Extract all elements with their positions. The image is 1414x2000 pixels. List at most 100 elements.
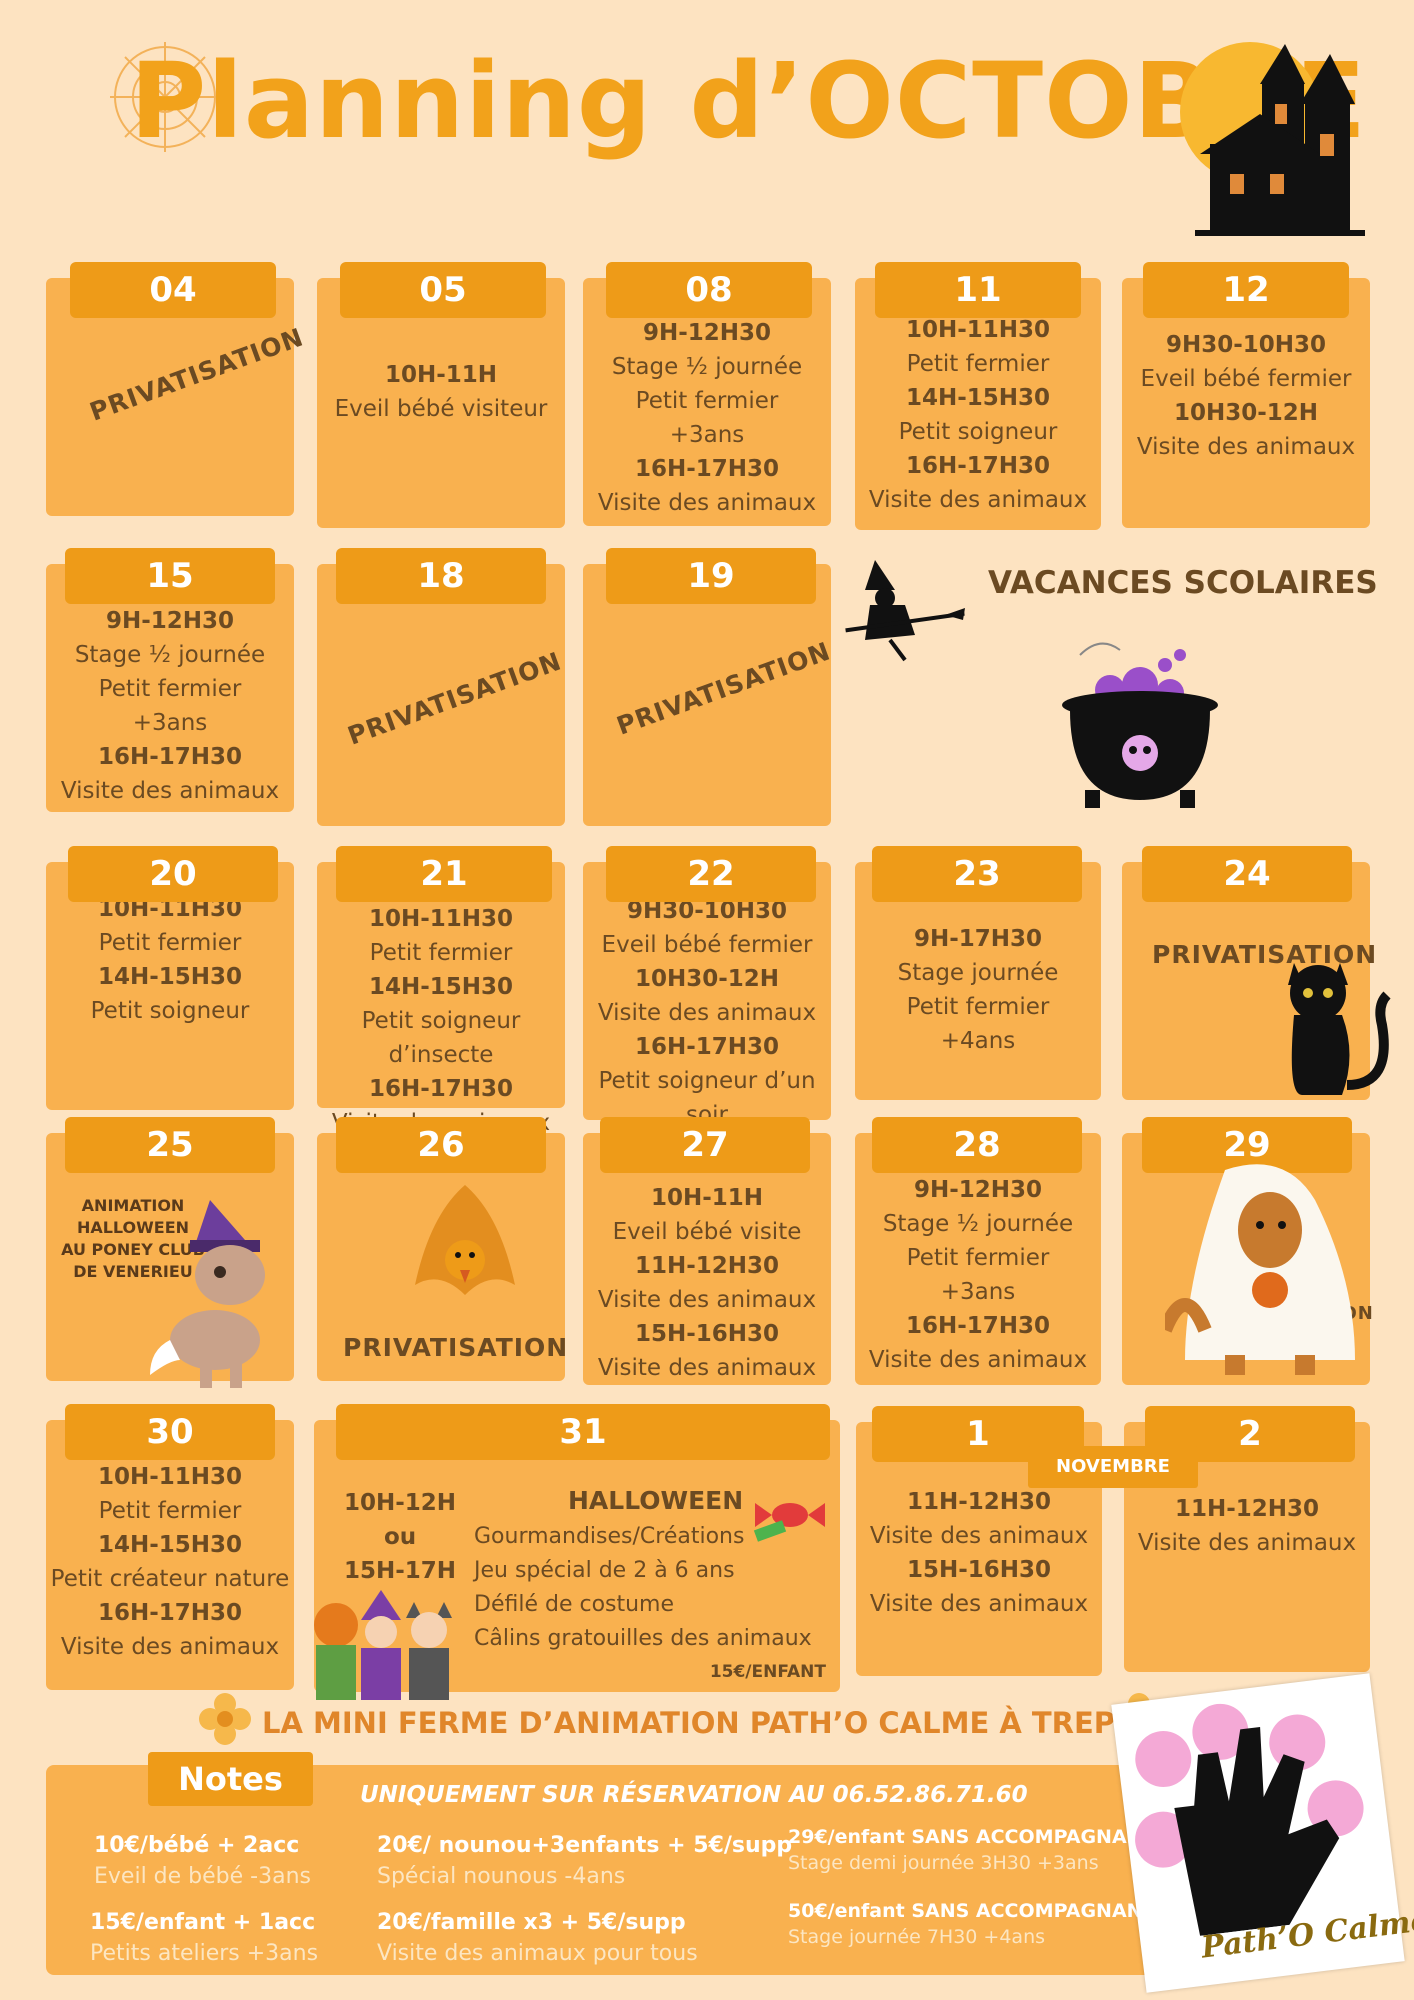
- day-schedule: 11H-12H30 Visite des animaux: [1124, 1492, 1370, 1560]
- halloween-title: HALLOWEEN: [568, 1486, 744, 1515]
- activity-label: Visite des animaux: [868, 1347, 1088, 1373]
- time-slot: 10H-11H30: [905, 317, 1051, 343]
- day-schedule: 9H30-10H30 Eveil bébé fermier 10H30-12H Vis…: [1122, 328, 1370, 464]
- activity-label: Stage ½ journée: [611, 354, 803, 380]
- haunted-house-icon: [1190, 44, 1370, 248]
- price-item: 10€/bébé + 2acc Eveil de bébé -3ans: [94, 1833, 311, 1889]
- price-item: 15€/enfant + 1acc Petits ateliers +3ans: [90, 1910, 318, 1966]
- day-schedule: 10H-11H30 Petit fermier 14H-15H30 Petit soi…: [855, 313, 1101, 517]
- day-number: 11: [875, 262, 1081, 318]
- candy-icon: [750, 1485, 830, 1549]
- logo: Path’O Calme: [1111, 1673, 1414, 1993]
- activity-label: Petit fermier: [906, 351, 1050, 377]
- time-slot: 15H-17H: [344, 1558, 457, 1584]
- price-label: 20€/famille x3 + 5€/supp: [377, 1910, 686, 1935]
- activity-label: Petit fermier: [98, 930, 242, 956]
- notes-tab: Notes: [148, 1752, 313, 1806]
- time-slot: 15H-16H30: [906, 1557, 1052, 1583]
- price-label: 50€/enfant SANS ACCOMPAGNANT: [788, 1900, 1156, 1922]
- day-number: 23: [872, 846, 1082, 902]
- time-slot: 16H-17H30: [97, 1600, 243, 1626]
- activity-label: Eveil bébé visite: [612, 1219, 802, 1245]
- time-slot: 14H-15H30: [368, 974, 514, 1000]
- time-slot: 16H-17H30: [368, 1076, 514, 1102]
- activity-label: Visite des animaux: [597, 1355, 817, 1381]
- bat-icon: [410, 1175, 520, 1304]
- activity-label: Visite des animaux: [1136, 434, 1356, 460]
- day-schedule: 9H30-10H30 Eveil bébé fermier 10H30-12H Vis…: [583, 894, 831, 1132]
- privatisation-label: PRIVATISATION: [85, 322, 308, 427]
- page-title: Planning d’OCTOBRE: [130, 40, 1367, 162]
- price-item: 20€/ nounou+3enfants + 5€/supp Spécial no…: [377, 1833, 792, 1889]
- day-schedule: 9H-12H30 Stage ½ journée Petit fermier +3an…: [46, 604, 294, 808]
- activity-label: +3ans: [669, 422, 745, 448]
- activity-label: Petit fermier: [906, 1245, 1050, 1271]
- activity-label: Petit fermier: [98, 1498, 242, 1524]
- time-slot: 9H-17H30: [913, 926, 1043, 952]
- time-slot: 16H-17H30: [905, 1313, 1051, 1339]
- activity-label: Eveil bébé fermier: [601, 932, 813, 958]
- day-schedule: 9H-12H30 Stage ½ journée Petit fermier +3an…: [583, 316, 831, 520]
- time-slot: 15H-16H30: [634, 1321, 780, 1347]
- activity-label: +4ans: [940, 1028, 1016, 1054]
- time-slot: 16H-17H30: [634, 1034, 780, 1060]
- time-slot: 9H-12H30: [642, 320, 772, 346]
- activity-label: Défilé de costume: [474, 1592, 675, 1617]
- activity-label: Stage ½ journée: [74, 642, 266, 668]
- time-slot: 9H30-10H30: [1165, 332, 1327, 358]
- day-number: 27: [600, 1117, 810, 1173]
- activity-label: Eveil bébé fermier: [1140, 366, 1352, 392]
- activity-label: Petit fermier: [369, 940, 513, 966]
- time-slot: 9H-12H30: [105, 608, 235, 634]
- time-slot: 14H-15H30: [97, 964, 243, 990]
- time-slot: 16H-17H30: [634, 456, 780, 482]
- privatisation-label: PRIVATISATION: [612, 636, 835, 741]
- halloween-price: 15€/ENFANT: [709, 1662, 826, 1682]
- time-slot: 10H30-12H: [634, 966, 780, 992]
- activity-label: Visite des animaux: [597, 490, 817, 516]
- day-number: 25: [65, 1117, 275, 1173]
- activity-label: Eveil bébé visiteur: [334, 396, 548, 422]
- price-desc: Petits ateliers +3ans: [90, 1941, 319, 1966]
- price-desc: Stage journée 7H30 +4ans: [788, 1926, 1046, 1948]
- time-slot: 10H-11H: [384, 362, 498, 388]
- time-slot: 16H-17H30: [905, 453, 1051, 479]
- price-desc: Stage demi journée 3H30 +3ans: [788, 1852, 1099, 1874]
- time-slot: 10H-11H30: [97, 1464, 243, 1490]
- activity-label: Jeu spécial de 2 à 6 ans: [474, 1558, 735, 1583]
- day-number: 31: [336, 1404, 830, 1460]
- price-desc: Spécial nounous -4ans: [377, 1864, 626, 1889]
- time-slot: 10H-12H: [344, 1490, 457, 1516]
- price-desc: Visite des animaux pour tous: [377, 1941, 698, 1966]
- footer-title: LA MINI FERME D’ANIMATION PATH’O CALME À…: [262, 1706, 1135, 1740]
- activity-label: +3ans: [940, 1279, 1016, 1305]
- price-item: 20€/famille x3 + 5€/supp Visite des anima…: [377, 1910, 698, 1966]
- activity-label: +3ans: [132, 710, 208, 736]
- month-label-novembre: NOVEMBRE: [1028, 1446, 1198, 1488]
- day-number: 12: [1143, 262, 1349, 318]
- activity-label: Petit fermier: [906, 994, 1050, 1020]
- day-number: 20: [68, 846, 278, 902]
- activity-label: Petit soigneur: [90, 998, 250, 1024]
- day-number: 26: [336, 1117, 546, 1173]
- activity-label: Stage journée: [897, 960, 1059, 986]
- activity-label: Petit fermier: [98, 676, 242, 702]
- day-number: 24: [1142, 846, 1352, 902]
- day-schedule: 10H-11H Eveil bébé visiteur: [317, 358, 565, 426]
- price-item: 50€/enfant SANS ACCOMPAGNANT Stage journé…: [788, 1900, 1156, 1948]
- cauldron-icon: [1060, 635, 1220, 814]
- day-schedule: 10H-11H30 Petit fermier 14H-15H30 Petit soi…: [46, 892, 294, 1028]
- price-label: 29€/enfant SANS ACCOMPAGNANT: [788, 1826, 1156, 1848]
- privatisation-label: PRIVATISATION: [343, 1333, 569, 1362]
- hand-logo-icon: [1135, 1703, 1364, 1936]
- price-label: 20€/ nounou+3enfants + 5€/supp: [377, 1833, 793, 1858]
- activity-label: Visite des animaux: [869, 1523, 1089, 1549]
- time-slot: 16H-17H30: [97, 744, 243, 770]
- day-number: 21: [336, 846, 552, 902]
- vacances-label: VACANCES SCOLAIRES: [988, 565, 1378, 601]
- time-slot: 10H-11H: [650, 1185, 764, 1211]
- price-desc: Eveil de bébé -3ans: [94, 1864, 311, 1889]
- day-number: 04: [70, 262, 276, 318]
- reservation-text: UNIQUEMENT SUR RÉSERVATION AU 06.52.86.7…: [360, 1782, 1028, 1808]
- time-slot: 14H-15H30: [97, 1532, 243, 1558]
